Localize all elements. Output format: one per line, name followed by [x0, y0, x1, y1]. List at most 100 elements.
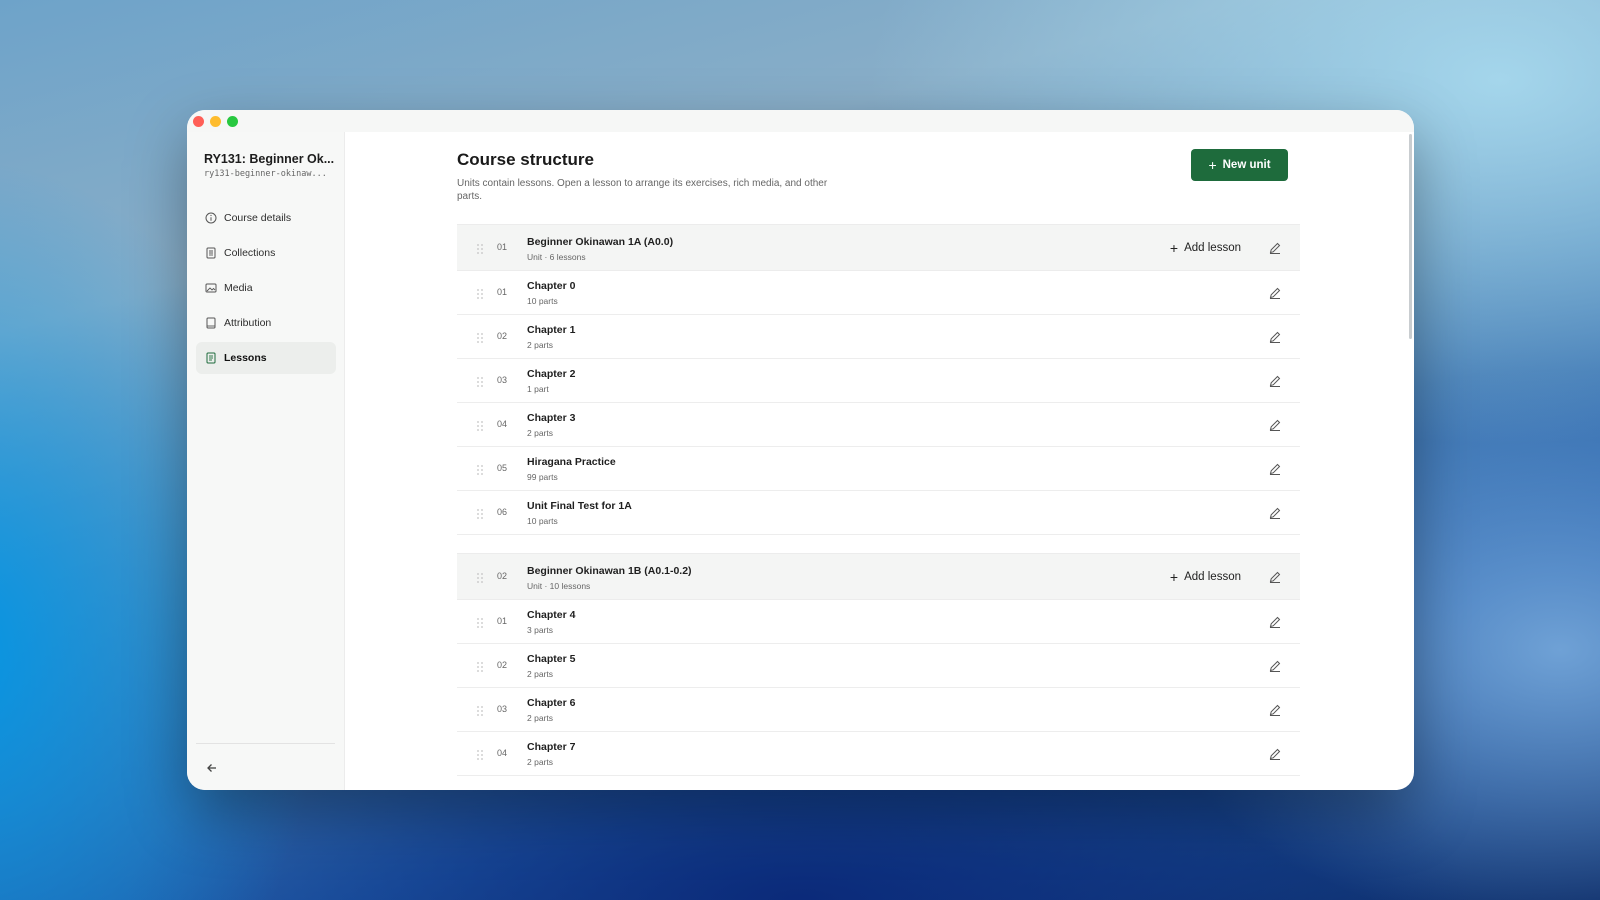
- edit-lesson-icon[interactable]: [1268, 703, 1282, 717]
- new-unit-button[interactable]: + New unit: [1191, 149, 1288, 181]
- edit-lesson-icon[interactable]: [1268, 418, 1282, 432]
- unit-meta: Unit · 6 lessons: [527, 252, 586, 262]
- sidebar-item-label: Collections: [224, 247, 276, 259]
- plus-icon: +: [1169, 239, 1179, 256]
- add-lesson-button[interactable]: + Add lesson: [1170, 569, 1241, 585]
- title-bar: [187, 110, 1414, 132]
- lesson-title: Chapter 1: [527, 324, 576, 336]
- drag-handle-icon[interactable]: [476, 748, 484, 760]
- lesson-parts: 3 parts: [527, 625, 553, 635]
- add-lesson-label: Add lesson: [1184, 570, 1241, 583]
- book-icon: [205, 317, 217, 329]
- lesson-parts: 99 parts: [527, 472, 558, 482]
- lesson-row[interactable]: 05 Hiragana Practice 99 parts: [457, 447, 1300, 491]
- edit-lesson-icon[interactable]: [1268, 747, 1282, 761]
- lesson-title: Unit Final Test for 1A: [527, 500, 632, 512]
- sidebar: RY131: Beginner Ok... ry131-beginner-oki…: [187, 132, 345, 790]
- edit-unit-icon[interactable]: [1268, 570, 1282, 584]
- course-title: RY131: Beginner Ok...: [204, 152, 335, 166]
- lesson-title: Chapter 5: [527, 653, 576, 665]
- app-window: RY131: Beginner Ok... ry131-beginner-oki…: [187, 110, 1414, 790]
- unit-title: Beginner Okinawan 1A (A0.0): [527, 236, 674, 248]
- lesson-parts: 2 parts: [527, 340, 553, 350]
- arrow-left-icon: [207, 764, 216, 772]
- course-slug: ry131-beginner-okinaw...: [204, 169, 327, 179]
- add-lesson-label: Add lesson: [1184, 241, 1241, 254]
- edit-unit-icon[interactable]: [1268, 241, 1282, 255]
- unit-number: 02: [497, 570, 508, 581]
- lesson-row[interactable]: 02 Chapter 5 2 parts: [457, 644, 1300, 688]
- sidebar-item-media[interactable]: Media: [196, 272, 336, 304]
- new-unit-label: New unit: [1222, 159, 1271, 171]
- lesson-number: 04: [497, 418, 508, 429]
- sidebar-item-collections[interactable]: Collections: [196, 237, 336, 269]
- lesson-title: Hiragana Practice: [527, 456, 616, 468]
- lesson-number: 03: [497, 703, 508, 714]
- image-icon: [205, 282, 217, 294]
- main-content: Course structure Units contain lessons. …: [345, 132, 1414, 790]
- edit-lesson-icon[interactable]: [1268, 615, 1282, 629]
- lesson-title: Chapter 6: [527, 697, 576, 709]
- lesson-number: 06: [497, 506, 508, 517]
- lesson-number: 02: [497, 330, 508, 341]
- unit-header[interactable]: 01 Beginner Okinawan 1A (A0.0) Unit · 6 le…: [457, 224, 1300, 271]
- drag-handle-icon[interactable]: [476, 571, 484, 583]
- lesson-row[interactable]: 03 Chapter 6 2 parts: [457, 688, 1300, 732]
- lesson-parts: 2 parts: [527, 713, 553, 723]
- edit-lesson-icon[interactable]: [1268, 462, 1282, 476]
- edit-lesson-icon[interactable]: [1268, 659, 1282, 673]
- sidebar-nav: Course details Collections Media Attribu…: [196, 202, 336, 377]
- edit-lesson-icon[interactable]: [1268, 374, 1282, 388]
- lesson-row[interactable]: 04 Chapter 7 2 parts: [457, 732, 1300, 776]
- maximize-window-button[interactable]: [227, 116, 238, 127]
- add-lesson-button[interactable]: + Add lesson: [1170, 240, 1241, 256]
- lesson-parts: 10 parts: [527, 296, 558, 306]
- document-icon: [205, 352, 217, 364]
- sidebar-item-label: Course details: [224, 212, 292, 224]
- drag-handle-icon[interactable]: [476, 660, 484, 672]
- sidebar-divider: [196, 743, 335, 744]
- lesson-row[interactable]: 04 Chapter 3 2 parts: [457, 403, 1300, 447]
- edit-lesson-icon[interactable]: [1268, 506, 1282, 520]
- sidebar-item-course-details[interactable]: Course details: [196, 202, 336, 234]
- lesson-title: Chapter 0: [527, 280, 576, 292]
- lesson-row[interactable]: 03 Chapter 2 1 part: [457, 359, 1300, 403]
- lesson-parts: 2 parts: [527, 428, 553, 438]
- drag-handle-icon[interactable]: [476, 463, 484, 475]
- lesson-row[interactable]: 06 Unit Final Test for 1A 10 parts: [457, 491, 1300, 535]
- lesson-row[interactable]: 02 Chapter 1 2 parts: [457, 315, 1300, 359]
- drag-handle-icon[interactable]: [476, 287, 484, 299]
- drag-handle-icon[interactable]: [476, 419, 484, 431]
- drag-handle-icon[interactable]: [476, 375, 484, 387]
- edit-lesson-icon[interactable]: [1268, 330, 1282, 344]
- unit-header[interactable]: 02 Beginner Okinawan 1B (A0.1-0.2) Unit · …: [457, 553, 1300, 600]
- drag-handle-icon[interactable]: [476, 331, 484, 343]
- list-icon: [205, 247, 217, 259]
- lesson-number: 01: [497, 615, 508, 626]
- drag-handle-icon[interactable]: [476, 507, 484, 519]
- collapse-sidebar-button[interactable]: [204, 760, 220, 776]
- lesson-parts: 2 parts: [527, 669, 553, 679]
- minimize-window-button[interactable]: [210, 116, 221, 127]
- lesson-title: Chapter 7: [527, 741, 576, 753]
- sidebar-item-label: Attribution: [224, 317, 272, 329]
- lesson-row[interactable]: 01 Chapter 4 3 parts: [457, 600, 1300, 644]
- drag-handle-icon[interactable]: [476, 242, 484, 254]
- sidebar-item-attribution[interactable]: Attribution: [196, 307, 336, 339]
- sidebar-item-label: Lessons: [224, 352, 267, 364]
- lesson-number: 02: [497, 659, 508, 670]
- lesson-title: Chapter 2: [527, 368, 576, 380]
- sidebar-item-lessons[interactable]: Lessons: [196, 342, 336, 374]
- scrollbar[interactable]: [1409, 134, 1412, 339]
- page-description: Units contain lessons. Open a lesson to …: [457, 178, 828, 202]
- drag-handle-icon[interactable]: [476, 616, 484, 628]
- edit-lesson-icon[interactable]: [1268, 286, 1282, 300]
- unit-section: 01 Beginner Okinawan 1A (A0.0) Unit · 6 le…: [457, 224, 1300, 535]
- lesson-parts: 2 parts: [527, 757, 553, 767]
- lesson-row[interactable]: 01 Chapter 0 10 parts: [457, 271, 1300, 315]
- drag-handle-icon[interactable]: [476, 704, 484, 716]
- unit-section: 02 Beginner Okinawan 1B (A0.1-0.2) Unit · …: [457, 553, 1300, 776]
- close-window-button[interactable]: [193, 116, 204, 127]
- lesson-parts: 1 part: [527, 384, 549, 394]
- lesson-parts: 10 parts: [527, 516, 558, 526]
